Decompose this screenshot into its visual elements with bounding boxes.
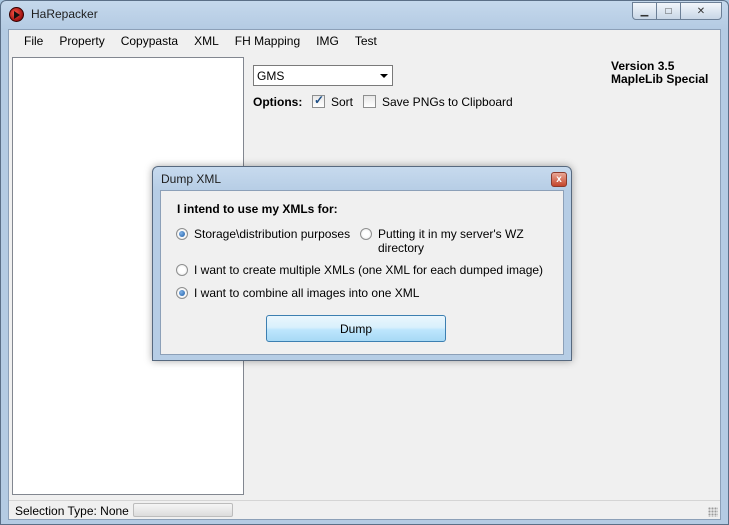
window-controls: ▁ □ ✕ [632, 2, 722, 20]
chevron-down-icon[interactable] [380, 74, 388, 78]
version-edition: MapleLib Special [611, 72, 709, 86]
dialog-close-button[interactable]: x [551, 172, 567, 187]
region-select-value: GMS [257, 69, 285, 83]
window-title: HaRepacker [31, 7, 98, 21]
minimize-icon: ▁ [640, 5, 649, 17]
resize-grip-icon[interactable] [708, 507, 718, 517]
menu-img[interactable]: IMG [308, 30, 347, 52]
sort-label[interactable]: Sort [331, 95, 353, 109]
dump-xml-dialog: Dump XML x I intend to use my XMLs for: … [152, 166, 572, 361]
progress-bar [133, 503, 233, 517]
maximize-icon: □ [665, 5, 672, 17]
menu-property[interactable]: Property [51, 30, 112, 52]
storage-distribution-radio[interactable] [176, 228, 188, 240]
server-wz-radio[interactable] [360, 228, 372, 240]
combine-xml-radio[interactable] [176, 287, 188, 299]
menu-bar: File Property Copypasta XML FH Mapping I… [9, 30, 720, 52]
close-icon: x [556, 174, 562, 185]
status-bar: Selection Type: None [9, 500, 720, 519]
title-bar[interactable]: HaRepacker ▁ □ ✕ [1, 1, 728, 27]
save-pngs-label[interactable]: Save PNGs to Clipboard [382, 95, 513, 109]
sort-checkbox[interactable] [312, 93, 325, 108]
dialog-heading: I intend to use my XMLs for: [177, 202, 338, 216]
menu-fh-mapping[interactable]: FH Mapping [227, 30, 308, 52]
dump-button-label: Dump [339, 321, 372, 336]
dialog-body: I intend to use my XMLs for: Storage\dis… [160, 190, 564, 355]
dialog-title: Dump XML [161, 172, 222, 186]
combine-xml-label[interactable]: I want to combine all images into one XM… [194, 286, 419, 300]
close-icon: ✕ [696, 5, 706, 17]
close-button[interactable]: ✕ [680, 2, 722, 20]
menu-file[interactable]: File [16, 30, 51, 52]
minimize-button[interactable]: ▁ [632, 2, 657, 20]
server-wz-label[interactable]: Putting it in my server's WZ directory [378, 227, 563, 255]
app-icon[interactable] [9, 7, 24, 22]
menu-copypasta[interactable]: Copypasta [113, 30, 186, 52]
region-select[interactable]: GMS [253, 65, 393, 86]
save-pngs-checkbox[interactable] [363, 95, 376, 108]
menu-xml[interactable]: XML [186, 30, 227, 52]
maximize-button[interactable]: □ [656, 2, 681, 20]
version-info: Version 3.5 MapleLib Special [611, 60, 708, 86]
selection-type-status: Selection Type: None [15, 504, 129, 518]
dump-button[interactable]: Dump [266, 315, 446, 342]
storage-distribution-label[interactable]: Storage\distribution purposes [194, 227, 350, 241]
options-label: Options: [253, 95, 303, 109]
multiple-xmls-label[interactable]: I want to create multiple XMLs (one XML … [194, 263, 543, 277]
menu-test[interactable]: Test [347, 30, 385, 52]
multiple-xmls-radio[interactable] [176, 264, 188, 276]
